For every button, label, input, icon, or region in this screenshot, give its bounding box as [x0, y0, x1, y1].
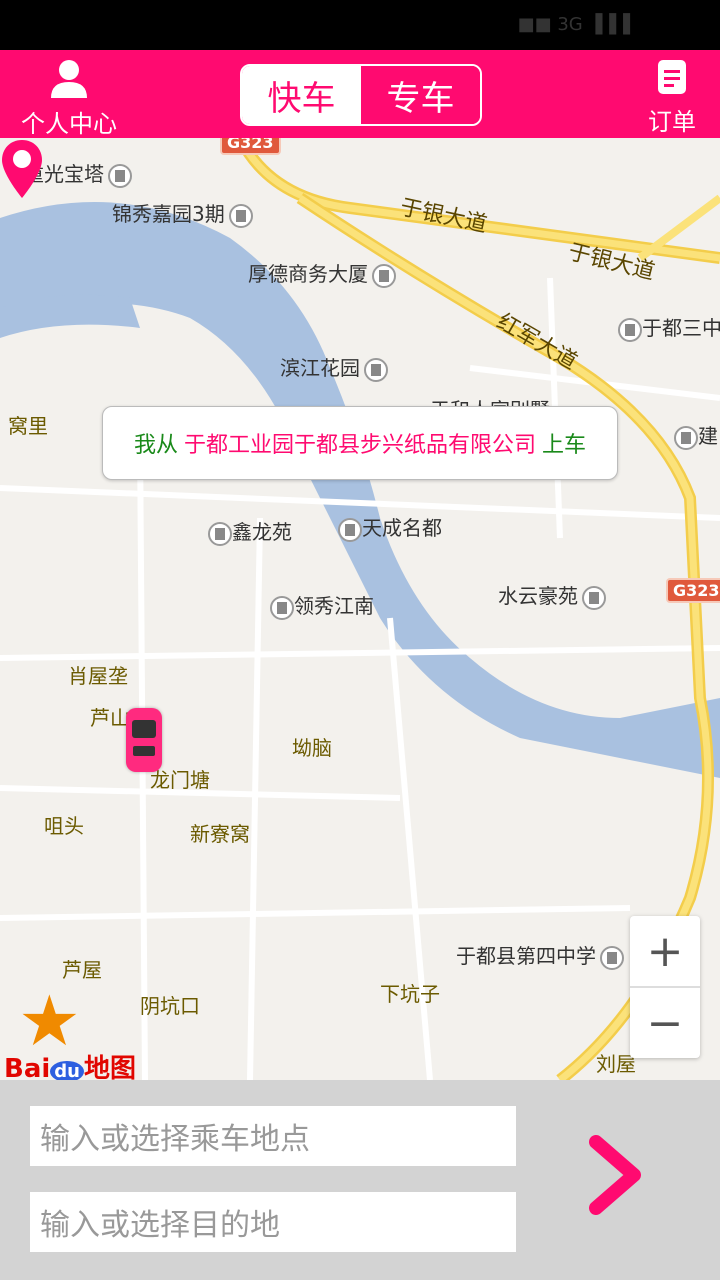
zoom-in-button[interactable]: +	[630, 916, 700, 986]
location-pin-icon	[2, 140, 42, 198]
place-label: 下坑子	[380, 982, 440, 1006]
destination-input[interactable]: 输入或选择目的地	[30, 1192, 516, 1252]
map-view[interactable]: G323 G323 于银大道 于银大道 红军大道 重光宝塔 锦秀嘉园3期 厚德商…	[0, 138, 720, 1080]
zoom-controls: + −	[630, 916, 700, 1058]
place-label: 芦山	[90, 706, 130, 730]
car-icon	[126, 708, 162, 772]
poi-label: 厚德商务大厦	[248, 258, 396, 288]
bottom-panel: 输入或选择乘车地点 输入或选择目的地	[0, 1080, 720, 1280]
orders-label: 订单	[648, 108, 696, 136]
place-label: 芦屋	[62, 958, 102, 982]
bubble-suffix: 上车	[542, 433, 587, 458]
tab-premium[interactable]: 专车	[361, 66, 480, 124]
poi-label: 锦秀嘉园3期	[112, 198, 253, 228]
poi-label: 建	[670, 420, 718, 450]
place-label: 肖屋垄	[68, 664, 128, 688]
pickup-bubble[interactable]: 我从 于都工业园于都县步兴纸品有限公司 上车	[102, 406, 618, 480]
bubble-prefix: 我从	[133, 433, 178, 458]
place-label: 窝里	[8, 414, 48, 438]
top-bar: 个人中心 快车 专车 订单	[0, 50, 720, 138]
building-icon	[674, 425, 698, 450]
building-icon	[208, 521, 232, 546]
building-icon	[270, 595, 294, 620]
profile-label: 个人中心	[21, 110, 117, 138]
signal-indicator: ■■ 3G ▐▐▐	[517, 14, 630, 35]
user-icon	[51, 60, 87, 98]
route-badge: G323	[220, 138, 281, 155]
place-label: 咀头	[44, 814, 84, 838]
status-bar: ■■ 3G ▐▐▐	[0, 0, 720, 50]
poi-label: 水云豪苑	[498, 580, 606, 610]
building-icon	[364, 357, 388, 382]
bubble-location: 于都工业园于都县步兴纸品有限公司	[183, 433, 536, 458]
place-label: 阴坑口	[140, 994, 200, 1018]
building-icon	[372, 263, 396, 288]
pagoda-icon	[108, 163, 132, 188]
chevron-right-icon[interactable]	[580, 1130, 650, 1220]
profile-button[interactable]: 个人中心	[14, 56, 124, 139]
route-badge: G323	[666, 578, 720, 603]
poi-label: 领秀江南	[266, 590, 374, 620]
ride-type-switch: 快车 专车	[240, 64, 482, 126]
poi-label: 于都三中	[614, 312, 720, 342]
place-label: 坳脑	[292, 736, 332, 760]
building-icon	[228, 203, 253, 228]
school-icon	[618, 317, 642, 342]
zoom-out-button[interactable]: −	[630, 988, 700, 1058]
place-label: 新寮窝	[190, 822, 250, 846]
star-icon: ★	[18, 980, 81, 1062]
poi-label: 滨江花园	[280, 352, 388, 382]
poi-label: 天成名都	[334, 512, 442, 542]
poi-label: 于都县第四中学	[456, 940, 624, 970]
logo-text: Bai du 地图	[4, 1054, 136, 1080]
pickup-input[interactable]: 输入或选择乘车地点	[30, 1106, 516, 1166]
poi-label: 鑫龙苑	[204, 516, 292, 546]
school-icon	[600, 945, 624, 970]
building-icon	[338, 517, 362, 542]
document-icon	[658, 60, 686, 94]
building-icon	[582, 585, 606, 610]
tab-express[interactable]: 快车	[242, 66, 361, 124]
orders-button[interactable]: 订单	[642, 58, 702, 137]
